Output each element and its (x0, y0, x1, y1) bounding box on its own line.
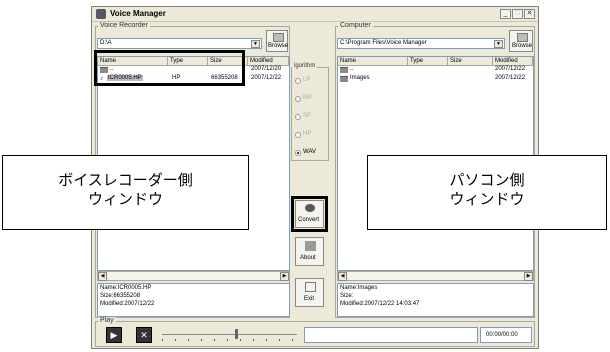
chevron-down-icon[interactable]: ▼ (494, 40, 503, 48)
radio-circle (295, 132, 301, 138)
computer-browse-button[interactable]: Browse (509, 30, 533, 52)
radio-hp[interactable]: HP (295, 131, 327, 139)
callout-line: パソコン側 (449, 172, 525, 189)
recorder-info-box: Name:ICR0005.HP Size:66355208 Modified:2… (97, 283, 290, 317)
scroll-right-icon[interactable]: ▶ (280, 272, 289, 281)
computer-info-modified: Modified:2007/12/22 14:03:47 (340, 301, 420, 307)
table-row[interactable]: Images 2007/12/22 (338, 75, 533, 83)
app-icon (96, 9, 106, 19)
time-value: 00:00/00:00 (486, 332, 518, 338)
folder-icon (340, 76, 348, 82)
time-display: 00:00/00:00 (480, 327, 532, 343)
recorder-path-value: D:\A (100, 40, 112, 46)
recorder-info-modified: Modified:2007/12/22 (100, 301, 155, 307)
radio-circle (295, 96, 301, 102)
play-button[interactable]: ▶ (106, 327, 122, 343)
computer-path-combo[interactable]: C:\Program Files\Voice Manager ▼ (337, 38, 505, 49)
computer-list-header: Name Type Size Modified (338, 57, 533, 66)
browse-icon (517, 33, 528, 42)
col-modified[interactable]: Modified (493, 57, 533, 65)
radio-circle (295, 114, 301, 120)
scroll-left-icon[interactable]: ◀ (338, 272, 347, 281)
recorder-window-callout: ボイスレコーダー側 ウィンドウ (2, 155, 249, 230)
slider-track (162, 334, 297, 335)
stop-button[interactable]: ✕ (136, 327, 152, 343)
slider-ticks (162, 339, 297, 341)
algorithm-label: lgorithm (292, 63, 318, 69)
computer-info-name: Name:Images (340, 285, 378, 291)
exit-button[interactable]: Exit (295, 278, 324, 307)
play-label: Play (98, 317, 116, 324)
about-icon (305, 241, 316, 251)
computer-label: Computer (338, 22, 373, 29)
recorder-browse-button[interactable]: Browse (266, 30, 288, 52)
radio-mp[interactable]: MP (295, 95, 327, 103)
pc-window-callout: パソコン側 ウィンドウ (367, 155, 607, 230)
radio-lp[interactable]: LP (295, 77, 327, 85)
computer-info-size: Size: (340, 293, 354, 299)
scroll-right-icon[interactable]: ▶ (524, 272, 533, 281)
close-button[interactable]: ✕ (524, 9, 535, 19)
scroll-left-icon[interactable]: ◀ (98, 272, 107, 281)
callout-line: ボイスレコーダー側 (58, 172, 193, 189)
recorder-info-name: Name:ICR0005.HP (100, 285, 152, 291)
recorder-path-combo[interactable]: D:\A ▼ (97, 38, 262, 49)
maximize-button[interactable]: □ (512, 9, 523, 19)
slider-thumb[interactable] (235, 329, 238, 339)
progress-display (304, 327, 478, 343)
computer-info-box: Name:Images Size: Modified:2007/12/22 14… (337, 283, 534, 317)
minimize-button[interactable]: _ (500, 9, 511, 19)
recorder-file-highlight (94, 50, 245, 86)
computer-h-scrollbar[interactable]: ◀ ▶ (337, 271, 534, 281)
convert-icon (305, 204, 315, 212)
about-button[interactable]: About (295, 237, 324, 266)
convert-button[interactable]: Convert (295, 200, 324, 228)
recorder-info-size: Size:66355208 (100, 293, 141, 299)
seek-slider[interactable] (162, 329, 297, 341)
exit-icon (305, 282, 316, 292)
radio-sp[interactable]: SP (295, 113, 327, 121)
col-name[interactable]: Name (338, 57, 408, 65)
callout-line: ウィンドウ (449, 191, 525, 208)
chevron-down-icon[interactable]: ▼ (251, 40, 260, 48)
col-type[interactable]: Type (408, 57, 448, 65)
title-bar: Voice Manager _ □ ✕ (92, 7, 538, 22)
radio-circle (295, 78, 301, 84)
col-modified[interactable]: Modified (248, 57, 289, 65)
radio-circle-selected (295, 150, 301, 156)
radio-wav[interactable]: WAV (295, 149, 327, 157)
col-size[interactable]: Size (448, 57, 493, 65)
folder-icon (340, 67, 348, 73)
recorder-h-scrollbar[interactable]: ◀ ▶ (97, 271, 290, 281)
browse-icon (273, 33, 284, 42)
window-title: Voice Manager (110, 9, 166, 18)
callout-line: ウィンドウ (87, 191, 163, 208)
voice-recorder-label: Voice Recorder (98, 22, 150, 29)
computer-path-value: C:\Program Files\Voice Manager (340, 40, 427, 46)
table-row[interactable]: .. 2007/12/22 (338, 66, 533, 74)
